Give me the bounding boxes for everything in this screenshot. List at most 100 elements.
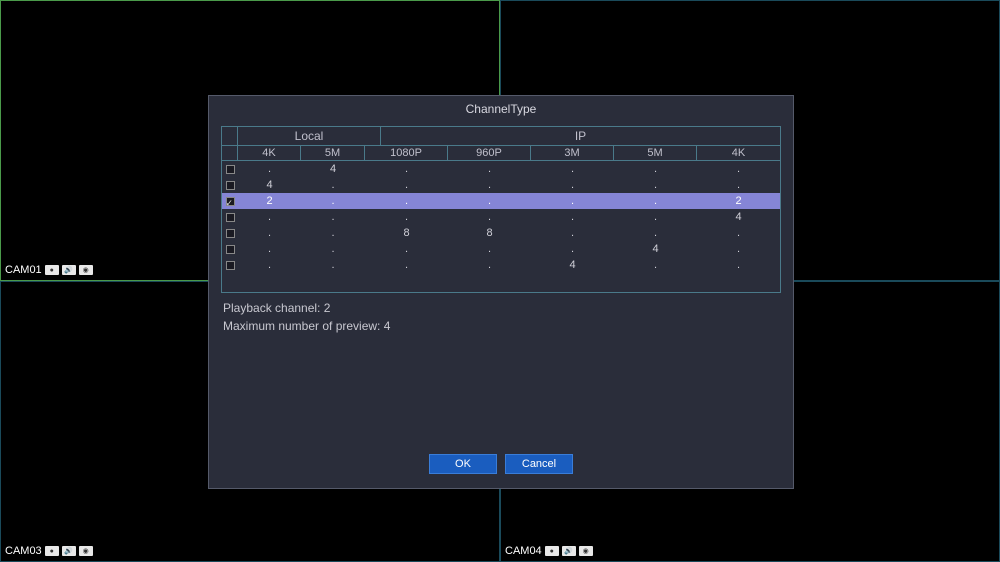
max-preview-info: Maximum number of preview: 4 [223, 317, 779, 335]
table-cell: . [531, 209, 614, 225]
table-cell: . [301, 193, 365, 209]
snapshot-icon: ◉ [579, 546, 593, 556]
checkbox-icon[interactable] [226, 197, 235, 206]
table-cell: . [365, 209, 448, 225]
table-cell: . [301, 241, 365, 257]
ok-button[interactable]: OK [429, 454, 497, 474]
checkbox-icon[interactable] [226, 181, 235, 190]
row-checkbox[interactable] [222, 225, 238, 241]
channel-table-header: Local IP 4K 5M 1080P 960P 3M 5M 4K [221, 126, 781, 161]
camera-label-3: CAM03 ● 🔊 ◉ [5, 545, 93, 557]
table-cell: 4 [697, 209, 780, 225]
table-cell: . [614, 161, 697, 177]
row-checkbox[interactable] [222, 209, 238, 225]
checkbox-icon[interactable] [226, 213, 235, 222]
table-cell: . [301, 209, 365, 225]
table-row[interactable]: ....4.. [222, 257, 780, 273]
row-checkbox[interactable] [222, 161, 238, 177]
speaker-icon: 🔊 [62, 546, 76, 556]
table-cell: . [614, 177, 697, 193]
table-cell: 4 [531, 257, 614, 273]
col-3m: 3M [531, 146, 614, 160]
checkbox-icon[interactable] [226, 165, 235, 174]
table-row[interactable]: ..88... [222, 225, 780, 241]
table-cell: . [365, 161, 448, 177]
col-4k-ip: 4K [697, 146, 780, 160]
table-cell: . [448, 257, 531, 273]
snapshot-icon: ◉ [79, 546, 93, 556]
table-row[interactable]: .....4. [222, 241, 780, 257]
camera-name-3: CAM03 [5, 545, 42, 557]
speaker-icon: 🔊 [62, 265, 76, 275]
row-checkbox[interactable] [222, 241, 238, 257]
cancel-button[interactable]: Cancel [505, 454, 573, 474]
table-cell: . [531, 161, 614, 177]
table-cell: . [531, 241, 614, 257]
table-cell: . [238, 161, 301, 177]
checkbox-icon[interactable] [226, 245, 235, 254]
record-icon: ● [545, 546, 559, 556]
table-cell: . [531, 177, 614, 193]
table-cell: . [238, 225, 301, 241]
table-cell: . [697, 257, 780, 273]
row-checkbox[interactable] [222, 177, 238, 193]
column-group-ip: IP [381, 127, 780, 145]
table-cell: . [448, 177, 531, 193]
table-cell: . [697, 161, 780, 177]
checkbox-icon[interactable] [226, 229, 235, 238]
channel-table-body: .4.....4......2.....2......4..88........… [221, 161, 781, 293]
table-cell: . [238, 209, 301, 225]
table-cell: 2 [697, 193, 780, 209]
table-cell: 4 [614, 241, 697, 257]
playback-channel-info: Playback channel: 2 [223, 299, 779, 317]
table-cell: . [614, 193, 697, 209]
table-cell: . [238, 257, 301, 273]
table-cell: . [301, 225, 365, 241]
table-cell: . [448, 209, 531, 225]
table-cell: . [697, 241, 780, 257]
camera-label-4: CAM04 ● 🔊 ◉ [505, 545, 593, 557]
table-cell: . [448, 193, 531, 209]
table-cell: . [301, 257, 365, 273]
camera-name-1: CAM01 [5, 264, 42, 276]
table-cell: . [697, 225, 780, 241]
camera-label-1: CAM01 ● 🔊 ◉ [5, 264, 93, 276]
table-row[interactable]: .4..... [222, 161, 780, 177]
dialog-title: ChannelType [209, 96, 793, 126]
table-cell: . [448, 161, 531, 177]
table-row[interactable]: 2.....2 [222, 193, 780, 209]
snapshot-icon: ◉ [79, 265, 93, 275]
col-4k-local: 4K [238, 146, 301, 160]
column-group-local: Local [238, 127, 381, 145]
table-cell: . [365, 177, 448, 193]
table-row[interactable]: 4...... [222, 177, 780, 193]
col-5m-local: 5M [301, 146, 365, 160]
table-row[interactable]: ......4 [222, 209, 780, 225]
table-cell: 8 [365, 225, 448, 241]
checkbox-icon[interactable] [226, 261, 235, 270]
channel-type-dialog: ChannelType Local IP 4K 5M 1080P 960P 3M… [208, 95, 794, 489]
table-cell: 8 [448, 225, 531, 241]
camera-name-4: CAM04 [505, 545, 542, 557]
table-cell: . [614, 209, 697, 225]
table-cell: . [365, 193, 448, 209]
record-icon: ● [45, 546, 59, 556]
table-cell: . [697, 177, 780, 193]
table-cell: . [365, 241, 448, 257]
table-cell: . [531, 225, 614, 241]
dialog-buttons: OK Cancel [209, 454, 793, 488]
row-checkbox[interactable] [222, 257, 238, 273]
record-icon: ● [45, 265, 59, 275]
table-cell: . [365, 257, 448, 273]
col-5m-ip: 5M [614, 146, 697, 160]
table-cell: 2 [238, 193, 301, 209]
table-cell: . [448, 241, 531, 257]
row-checkbox[interactable] [222, 193, 238, 209]
speaker-icon: 🔊 [562, 546, 576, 556]
table-cell: . [301, 177, 365, 193]
table-cell: . [531, 193, 614, 209]
col-960p: 960P [448, 146, 531, 160]
col-1080p: 1080P [365, 146, 448, 160]
table-cell: . [238, 241, 301, 257]
table-cell: 4 [238, 177, 301, 193]
